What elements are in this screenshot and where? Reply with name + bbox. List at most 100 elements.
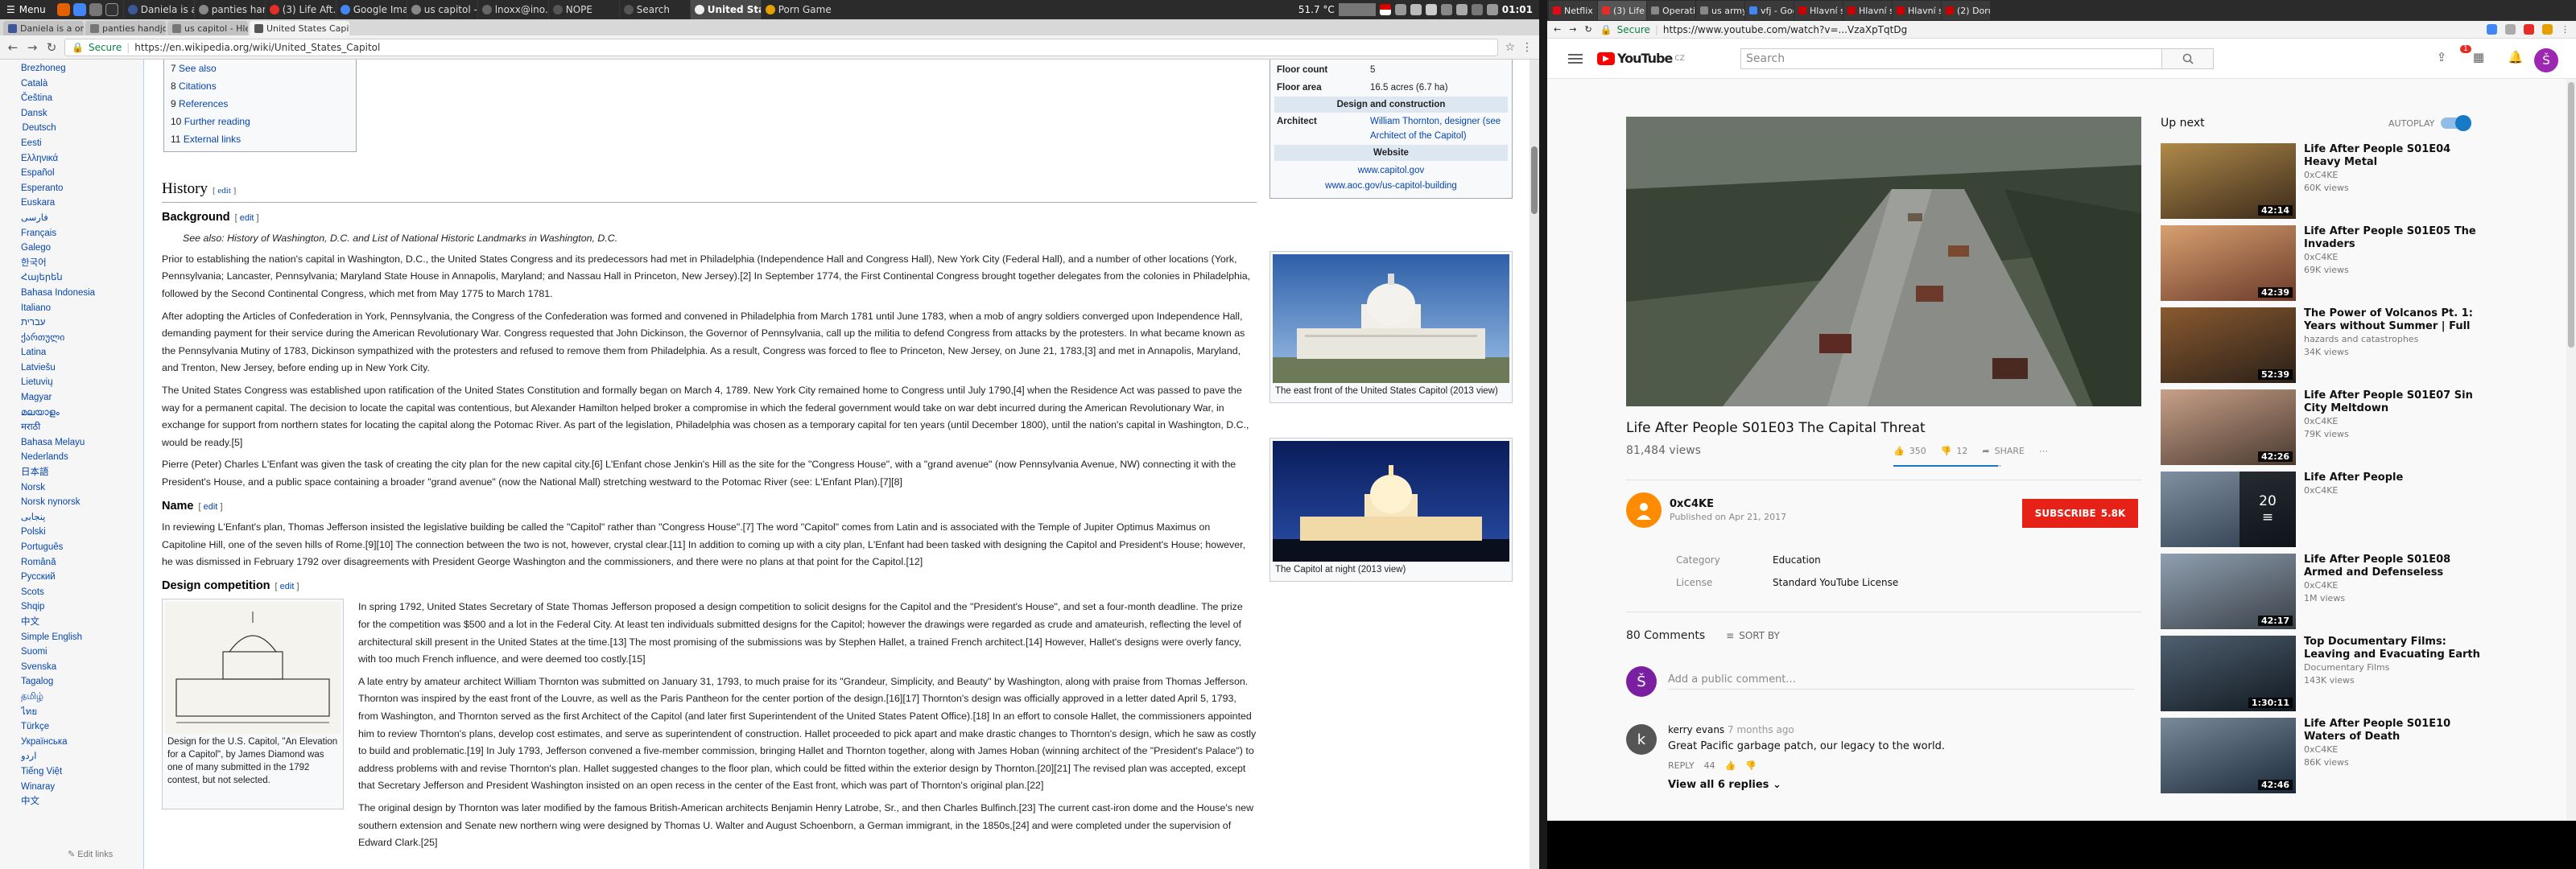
browser-tab[interactable]: United States Capitol× <box>250 21 349 35</box>
comment-input[interactable]: Add a public comment... <box>1668 673 2135 690</box>
video-thumbnail[interactable]: 20 ≡ <box>2161 472 2296 547</box>
thumbs-up-icon[interactable]: 👍 <box>1725 760 1736 771</box>
language-link[interactable]: Español <box>21 166 143 181</box>
language-link[interactable]: 中文 <box>21 615 143 630</box>
language-link[interactable]: עברית <box>21 315 143 331</box>
language-link[interactable]: Suomi <box>21 645 143 660</box>
website-link-2[interactable]: www.aoc.gov/us-capitol-building <box>1274 179 1508 194</box>
language-link[interactable]: 日本語 <box>21 465 143 480</box>
browser-tab[interactable]: (3) Life× <box>1598 1 1646 20</box>
toc-entry[interactable]: 8 Citations <box>171 77 349 95</box>
video-thumbnail[interactable]: 42:46 <box>2161 718 2296 793</box>
language-link[interactable]: Português <box>21 540 143 555</box>
up-next-item[interactable]: 20 ≡ Life After People 0xC4KE <box>2161 472 2483 554</box>
language-link[interactable]: Nederlands <box>21 450 143 465</box>
language-link[interactable]: Svenska <box>21 660 143 675</box>
page-scrollbar[interactable] <box>1530 60 1539 869</box>
start-menu-button[interactable]: ☰ Menu <box>0 0 52 19</box>
capitol-night-photo[interactable] <box>1273 441 1509 562</box>
browser-tab[interactable]: Hlavní str× <box>1893 1 1941 20</box>
address-bar[interactable]: 🔒 Secure | https://en.wikipedia.org/wiki… <box>64 38 1499 56</box>
video-item-title[interactable]: Top Documentary Films: Leaving and Evacu… <box>2304 636 2483 661</box>
view-replies-button[interactable]: View all 6 replies ⌄ <box>1668 779 1945 791</box>
browser-tab[interactable]: Netflix× <box>1549 1 1597 20</box>
browser-tab[interactable]: Hlavní str× <box>1843 1 1892 20</box>
search-box[interactable]: Search <box>1740 48 2214 69</box>
dislike-button[interactable]: 👎 12 <box>1941 446 1968 456</box>
language-link[interactable]: فارسی <box>21 211 143 226</box>
language-link[interactable]: Tiếng Việt <box>21 764 143 780</box>
subscribe-button[interactable]: SUBSCRIBE 5.8K <box>2022 499 2138 528</box>
edit-link[interactable]: [ edit ] <box>235 213 259 223</box>
capitol-design-drawing[interactable] <box>165 602 341 735</box>
search-button[interactable] <box>2161 49 2213 68</box>
language-link[interactable]: Հայերեն <box>21 270 143 286</box>
user-avatar[interactable]: Š <box>2534 48 2558 72</box>
toc-entry[interactable]: 11 External links <box>171 130 349 148</box>
video-thumbnail[interactable]: 42:14 <box>2161 143 2296 219</box>
language-link[interactable]: اردو <box>21 749 143 764</box>
language-link[interactable]: Scots <box>21 585 143 600</box>
bookmark-star-icon[interactable]: ☆ <box>1505 41 1515 54</box>
taskbar-task[interactable]: NOPE <box>547 0 619 19</box>
video-thumbnail[interactable]: 52:39 <box>2161 307 2296 383</box>
language-link[interactable]: Русский <box>21 570 143 585</box>
video-item-title[interactable]: Life After People S01E04 Heavy Metal <box>2304 143 2483 169</box>
language-link[interactable]: ไทย <box>21 705 143 720</box>
volume-icon[interactable] <box>1455 4 1468 15</box>
video-thumbnail[interactable]: 42:39 <box>2161 225 2296 301</box>
video-item-title[interactable]: Life After People S01E10 Waters of Death <box>2304 718 2483 743</box>
up-next-item[interactable]: 52:39 The Power of Volcanos Pt. 1: Years … <box>2161 307 2483 389</box>
language-link[interactable]: Shqip <box>21 599 143 615</box>
sort-button[interactable]: ≡ SORT BY <box>1726 630 1780 641</box>
language-link[interactable]: Ελληνικά <box>21 151 143 167</box>
up-next-item[interactable]: 42:46 Life After People S01E10 Waters of … <box>2161 718 2483 800</box>
language-link[interactable]: Winaray <box>21 780 143 795</box>
language-link[interactable]: Tagalog <box>21 674 143 690</box>
taskbar-task[interactable]: Porn Game... <box>760 0 832 19</box>
search-input[interactable]: Search <box>1741 49 2161 68</box>
up-next-item[interactable]: 42:14 Life After People S01E04 Heavy Meta… <box>2161 143 2483 225</box>
apps-grid-icon[interactable]: ▦ <box>2471 50 2486 64</box>
language-link[interactable]: Türkçe <box>21 719 143 735</box>
browser-menu-icon[interactable]: ⋮ <box>1521 41 1533 54</box>
browser-menu-icon[interactable]: ⋮ <box>2561 24 2570 35</box>
extension-icon[interactable] <box>2505 24 2516 35</box>
language-link[interactable]: 中文 <box>21 794 143 809</box>
browser-tab[interactable]: Hlavní str× <box>1794 1 1843 20</box>
close-icon[interactable]: × <box>1596 6 1597 16</box>
language-link[interactable]: ქართული <box>21 331 143 346</box>
share-button[interactable]: ➦ SHARE <box>1982 446 2025 456</box>
language-link[interactable]: Euskara <box>21 196 143 211</box>
battery-icon[interactable] <box>1425 4 1437 15</box>
toc-entry[interactable]: 10 Further reading <box>171 113 349 130</box>
language-link[interactable]: Galego <box>21 241 143 256</box>
address-bar[interactable]: 🔒 Secure | https://www.youtube.com/watch… <box>1600 24 2479 35</box>
guide-menu-icon[interactable] <box>1568 51 1583 66</box>
video-item-title[interactable]: Life After People S01E08 Armed and Defen… <box>2304 554 2483 579</box>
browser-tab[interactable]: us capitol - Hledat Goo× <box>167 21 248 35</box>
language-link[interactable]: Català <box>21 76 143 92</box>
settings-icon[interactable] <box>1486 4 1498 15</box>
language-link[interactable]: Norsk <box>21 480 143 496</box>
browser-tab[interactable]: Operation× <box>1647 1 1695 20</box>
taskbar-task[interactable]: United Sta... <box>689 0 761 19</box>
language-link[interactable]: Norsk nynorsk <box>21 495 143 510</box>
video-item-title[interactable]: Life After People S01E05 The Invaders <box>2304 225 2483 251</box>
bluetooth-icon[interactable] <box>1440 4 1452 15</box>
extension-icon[interactable] <box>2487 24 2497 35</box>
toc-entry[interactable]: 9 References <box>171 95 349 113</box>
terminal-icon[interactable] <box>105 3 118 16</box>
reply-button[interactable]: REPLY <box>1668 760 1695 771</box>
edit-link[interactable]: [ edit ] <box>199 502 223 512</box>
language-link[interactable]: 한국어 <box>21 256 143 271</box>
notifications-bell-icon[interactable]: 🔔 <box>2508 50 2524 64</box>
browser-tab[interactable]: Daniela is a one finger× <box>3 21 84 35</box>
language-link[interactable]: Brezhoneg <box>21 61 143 76</box>
up-next-item[interactable]: 1:30:11 Top Documentary Films: Leaving an… <box>2161 636 2483 718</box>
comment-author[interactable]: kerry evans <box>1668 724 1724 735</box>
language-link[interactable]: Eesti <box>21 136 143 151</box>
category-value[interactable]: Education <box>1773 554 1821 566</box>
language-link[interactable]: Français <box>21 226 143 241</box>
taskbar-task[interactable]: (3) Life Aft... <box>264 0 336 19</box>
